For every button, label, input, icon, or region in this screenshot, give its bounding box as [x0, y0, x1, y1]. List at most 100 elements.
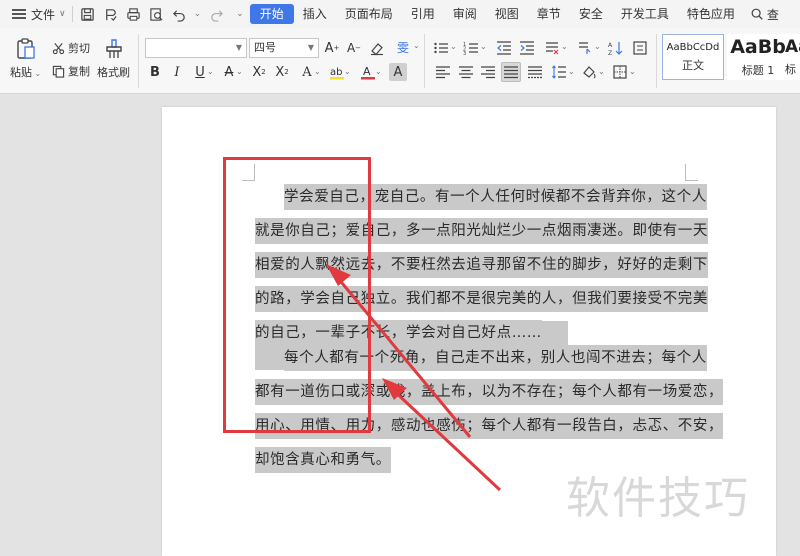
copy-label: 复制 — [68, 65, 90, 78]
svg-text:A: A — [363, 65, 371, 78]
copy-icon — [52, 65, 65, 78]
undo-dropdown-icon[interactable]: ⌄ — [194, 9, 202, 19]
align-left-icon[interactable] — [434, 63, 452, 81]
chevron-down-icon[interactable]: ⌄ — [480, 42, 487, 51]
chevron-down-icon[interactable]: ⌄ — [344, 67, 351, 76]
font-size-value: 四号 — [254, 41, 276, 54]
highlight-box — [223, 157, 371, 433]
numbered-list-icon[interactable]: 123 — [462, 39, 480, 57]
menu-bar: 文件 ∨ ⌄ ⌄ 开始 插入 页面布局 引用 审阅 视图 章节 安全 开发工具 … — [0, 0, 800, 28]
phonetic-guide-icon[interactable]: 雯 — [394, 38, 412, 56]
watermark: 软件技巧 — [566, 473, 750, 524]
copy-button[interactable]: 复制 — [52, 63, 90, 79]
chevron-down-icon[interactable]: ⌄ — [629, 67, 636, 76]
borders-icon[interactable] — [611, 63, 629, 81]
font-size-select[interactable]: 四号 ▼ — [249, 38, 319, 58]
chevron-down-icon[interactable]: ⌄ — [413, 41, 420, 50]
align-right-icon[interactable] — [479, 63, 497, 81]
svg-text:Z: Z — [608, 50, 612, 56]
search-icon — [751, 8, 763, 20]
chevron-down-icon[interactable]: ⌄ — [207, 67, 214, 76]
scissors-icon — [52, 42, 65, 54]
chevron-down-icon[interactable]: ⌄ — [314, 67, 321, 76]
style-name: 标题 1 — [741, 64, 775, 77]
svg-text:3: 3 — [463, 51, 466, 56]
style-preview: Aa — [785, 37, 800, 57]
chevron-down-icon[interactable]: ∨ — [59, 9, 66, 19]
bold-icon[interactable]: B — [146, 63, 164, 81]
redo-icon[interactable] — [207, 5, 225, 23]
menu-tabs: 开始 插入 页面布局 引用 审阅 视图 章节 安全 开发工具 特色应用 — [249, 4, 744, 24]
tab-review[interactable]: 审阅 — [444, 4, 486, 24]
customize-toolbar-icon[interactable]: ⌄ — [236, 9, 244, 19]
style-preview: AaBbCcDd — [666, 41, 720, 53]
cut-label: 剪切 — [68, 42, 90, 55]
chinese-layout-icon[interactable] — [543, 39, 561, 57]
crop-mark-top-right — [685, 164, 698, 181]
style-heading-1[interactable]: AaBb 标题 1 — [727, 34, 789, 80]
clear-format-icon[interactable] — [368, 39, 386, 57]
line-spacing-icon[interactable] — [550, 63, 568, 81]
display-options-icon[interactable] — [631, 39, 649, 57]
distributed-icon[interactable] — [526, 63, 544, 81]
format-painter-label: 格式刷 — [97, 66, 130, 79]
save-icon[interactable] — [79, 5, 97, 23]
style-heading-2[interactable]: Aa 标 — [785, 34, 800, 80]
divider — [424, 34, 425, 88]
style-normal[interactable]: AaBbCcDd 正文 — [662, 34, 724, 80]
ribbon-toolbar: 粘贴 ⌄ 剪切 复制 格式刷 ▼ 四号 ▼ A + A − 雯 ⌄ B I U ⌄ … — [0, 28, 800, 94]
character-shading-icon[interactable]: A — [389, 63, 407, 81]
tab-security[interactable]: 安全 — [570, 4, 612, 24]
search-label: 查 — [766, 7, 779, 22]
style-name: 标 — [785, 63, 796, 76]
tab-view[interactable]: 视图 — [486, 4, 528, 24]
divider — [138, 34, 139, 88]
chevron-down-icon: ▼ — [307, 43, 314, 52]
justify-icon[interactable] — [501, 62, 521, 82]
tab-special[interactable]: 特色应用 — [678, 4, 744, 24]
hamburger-icon[interactable] — [12, 9, 26, 19]
chevron-down-icon: ▼ — [235, 43, 242, 52]
tab-developer[interactable]: 开发工具 — [612, 4, 678, 24]
svg-text:A: A — [608, 42, 613, 49]
font-name-select[interactable]: ▼ — [145, 38, 247, 58]
search-command[interactable]: 查 — [750, 6, 779, 23]
chevron-down-icon[interactable]: ⌄ — [450, 42, 457, 51]
paste-label: 粘贴 ⌄ — [10, 66, 42, 79]
show-marks-icon[interactable] — [576, 39, 594, 57]
superscript-icon[interactable]: X2 — [250, 63, 268, 81]
chevron-down-icon[interactable]: ⌄ — [236, 67, 243, 76]
decrease-indent-icon[interactable] — [495, 39, 513, 57]
sort-icon[interactable]: AZ — [607, 39, 625, 57]
chevron-down-icon[interactable]: ⌄ — [568, 67, 575, 76]
undo-icon[interactable] — [171, 5, 189, 23]
italic-icon[interactable]: I — [168, 63, 186, 81]
print-preview-icon[interactable] — [148, 5, 166, 23]
increase-indent-icon[interactable] — [518, 39, 536, 57]
paste-button[interactable]: 粘贴 ⌄ — [10, 37, 41, 80]
chevron-down-icon[interactable]: ⌄ — [375, 67, 382, 76]
tab-home[interactable]: 开始 — [249, 4, 294, 24]
paste-icon — [16, 38, 35, 59]
format-painter-button[interactable]: 格式刷 — [97, 37, 130, 80]
align-center-icon[interactable] — [457, 63, 475, 81]
grow-font-icon[interactable]: A + — [323, 39, 341, 57]
format-painter-icon — [105, 39, 122, 58]
chevron-down-icon[interactable]: ⌄ — [594, 42, 601, 51]
shading-icon[interactable] — [580, 63, 598, 81]
tab-insert[interactable]: 插入 — [294, 4, 336, 24]
chevron-down-icon[interactable]: ⌄ — [598, 67, 605, 76]
subscript-icon[interactable]: X2 — [273, 63, 291, 81]
tab-page-layout[interactable]: 页面布局 — [336, 4, 402, 24]
file-menu[interactable]: 文件 — [31, 6, 55, 23]
cut-button[interactable]: 剪切 — [52, 40, 90, 56]
chevron-down-icon[interactable]: ⌄ — [561, 42, 568, 51]
output-pdf-icon[interactable] — [102, 5, 120, 23]
print-icon[interactable] — [125, 5, 143, 23]
shrink-font-icon[interactable]: A − — [345, 39, 363, 57]
tab-section[interactable]: 章节 — [528, 4, 570, 24]
bullet-list-icon[interactable] — [432, 39, 450, 57]
divider — [71, 6, 73, 22]
tab-references[interactable]: 引用 — [402, 4, 444, 24]
svg-text:ab: ab — [330, 67, 342, 78]
